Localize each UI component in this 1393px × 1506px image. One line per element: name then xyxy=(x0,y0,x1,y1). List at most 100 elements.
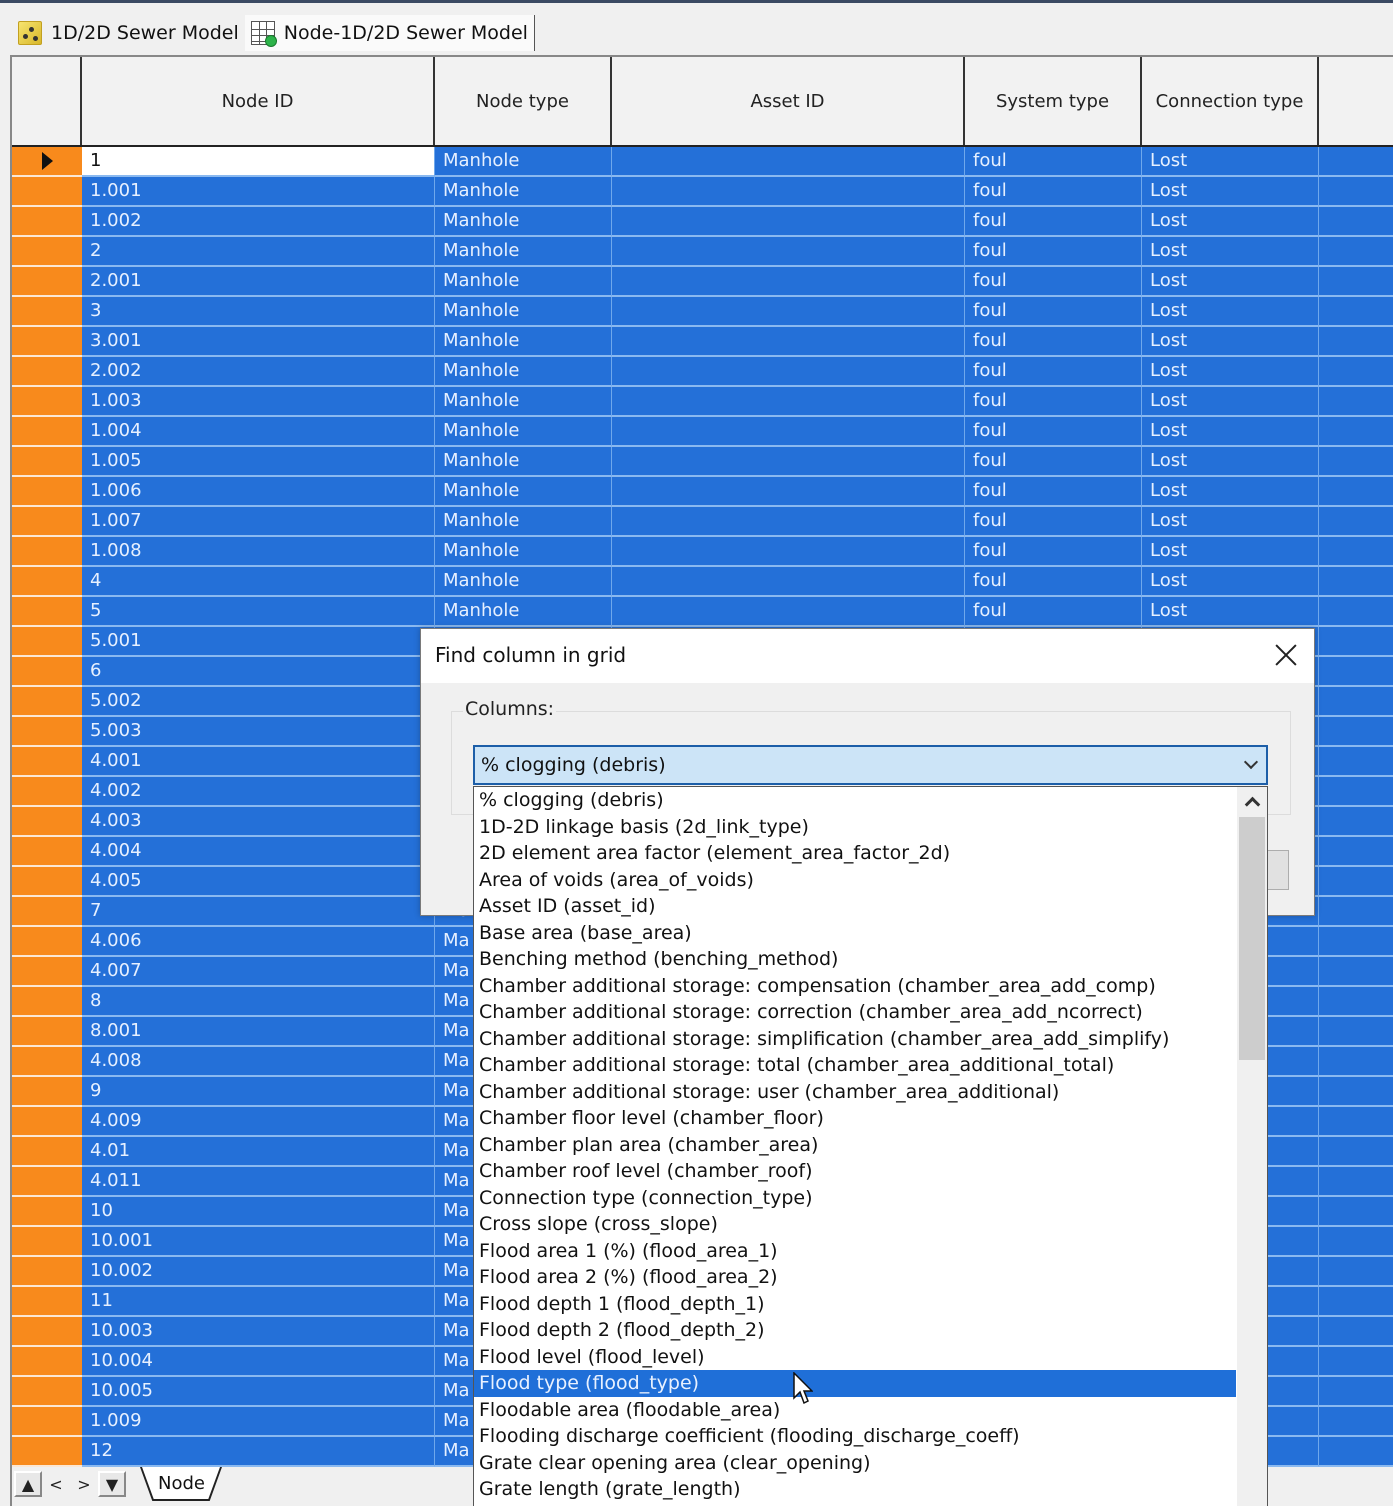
extra-cell[interactable] xyxy=(1319,717,1393,747)
row-header[interactable] xyxy=(12,537,82,567)
node-id-cell[interactable]: 1.008 xyxy=(82,537,435,567)
connection-type-cell[interactable]: Lost xyxy=(1142,327,1319,357)
row-header[interactable] xyxy=(12,237,82,267)
row-header[interactable] xyxy=(12,1047,82,1077)
node-id-cell[interactable]: 2.002 xyxy=(82,357,435,387)
node-id-cell[interactable]: 1.004 xyxy=(82,417,435,447)
dropdown-option[interactable]: Chamber additional storage: simplificati… xyxy=(474,1026,1236,1053)
extra-cell[interactable] xyxy=(1319,927,1393,957)
node-id-cell[interactable]: 2.001 xyxy=(82,267,435,297)
extra-cell[interactable] xyxy=(1319,1437,1393,1467)
asset-id-cell[interactable] xyxy=(612,507,965,537)
node-id-cell[interactable]: 12 xyxy=(82,1437,435,1467)
asset-id-cell[interactable] xyxy=(612,357,965,387)
system-type-cell[interactable]: foul xyxy=(965,387,1142,417)
node-id-cell[interactable]: 4.007 xyxy=(82,957,435,987)
node-id-cell[interactable]: 11 xyxy=(82,1287,435,1317)
tab-network-model[interactable]: 1D/2D Sewer Model xyxy=(12,15,245,51)
node-type-cell[interactable]: Manhole xyxy=(435,147,612,177)
dropdown-option[interactable]: 2D element area factor (element_area_fac… xyxy=(474,840,1236,867)
table-row[interactable]: 1.005 Manhole foul Lost xyxy=(12,447,1393,477)
columns-combobox[interactable]: % clogging (debris) xyxy=(473,745,1268,785)
extra-cell[interactable] xyxy=(1319,1347,1393,1377)
table-row[interactable]: 1.006 Manhole foul Lost xyxy=(12,477,1393,507)
asset-id-cell[interactable] xyxy=(612,537,965,567)
dropdown-option[interactable]: Chamber plan area (chamber_area) xyxy=(474,1132,1236,1159)
dropdown-option[interactable]: Chamber additional storage: correction (… xyxy=(474,999,1236,1026)
node-id-cell[interactable]: 1.009 xyxy=(82,1407,435,1437)
row-header[interactable] xyxy=(12,297,82,327)
node-id-cell[interactable]: 4 xyxy=(82,567,435,597)
node-id-cell[interactable]: 1.002 xyxy=(82,207,435,237)
node-id-cell[interactable]: 1.006 xyxy=(82,477,435,507)
row-header[interactable] xyxy=(12,897,82,927)
extra-cell[interactable] xyxy=(1319,537,1393,567)
extra-cell[interactable] xyxy=(1319,297,1393,327)
row-header[interactable] xyxy=(12,177,82,207)
node-type-cell[interactable]: Manhole xyxy=(435,207,612,237)
node-type-cell[interactable]: Manhole xyxy=(435,357,612,387)
table-row[interactable]: 1.002 Manhole foul Lost xyxy=(12,207,1393,237)
node-id-cell[interactable]: 4.008 xyxy=(82,1047,435,1077)
next-sheet-button[interactable]: > xyxy=(70,1471,98,1497)
asset-id-cell[interactable] xyxy=(612,177,965,207)
tab-node-grid[interactable]: Node-1D/2D Sewer Model xyxy=(244,15,535,51)
node-id-cell[interactable]: 4.005 xyxy=(82,867,435,897)
row-header[interactable] xyxy=(12,357,82,387)
row-header[interactable] xyxy=(12,207,82,237)
row-header[interactable] xyxy=(12,1227,82,1257)
chevron-down-icon[interactable] xyxy=(1244,757,1258,771)
row-header[interactable] xyxy=(12,447,82,477)
extra-cell[interactable] xyxy=(1319,507,1393,537)
column-header-system-type[interactable]: System type xyxy=(965,57,1142,145)
row-header[interactable] xyxy=(12,747,82,777)
extra-cell[interactable] xyxy=(1319,687,1393,717)
scrollbar-thumb[interactable] xyxy=(1239,817,1265,1060)
node-type-cell[interactable]: Manhole xyxy=(435,327,612,357)
node-id-cell[interactable]: 4.011 xyxy=(82,1167,435,1197)
dropdown-option[interactable]: Flood area 2 (%) (flood_area_2) xyxy=(474,1264,1236,1291)
node-id-cell[interactable]: 1 xyxy=(82,147,435,177)
connection-type-cell[interactable]: Lost xyxy=(1142,387,1319,417)
node-id-cell[interactable]: 10.005 xyxy=(82,1377,435,1407)
prev-sheet-button[interactable]: < xyxy=(42,1471,70,1497)
table-row[interactable]: 1.007 Manhole foul Lost xyxy=(12,507,1393,537)
extra-cell[interactable] xyxy=(1319,1257,1393,1287)
extra-cell[interactable] xyxy=(1319,1407,1393,1437)
connection-type-cell[interactable]: Lost xyxy=(1142,207,1319,237)
node-id-cell[interactable]: 10 xyxy=(82,1197,435,1227)
row-header[interactable] xyxy=(12,567,82,597)
connection-type-cell[interactable]: Lost xyxy=(1142,507,1319,537)
connection-type-cell[interactable]: Lost xyxy=(1142,297,1319,327)
table-row[interactable]: 4 Manhole foul Lost xyxy=(12,567,1393,597)
connection-type-cell[interactable]: Lost xyxy=(1142,417,1319,447)
row-header[interactable] xyxy=(12,417,82,447)
extra-cell[interactable] xyxy=(1319,1197,1393,1227)
asset-id-cell[interactable] xyxy=(612,597,965,627)
dropdown-option[interactable]: Grate clear opening area (clear_opening) xyxy=(474,1450,1236,1477)
node-id-cell[interactable]: 1.007 xyxy=(82,507,435,537)
system-type-cell[interactable]: foul xyxy=(965,477,1142,507)
connection-type-cell[interactable]: Lost xyxy=(1142,147,1319,177)
row-header[interactable] xyxy=(12,987,82,1017)
node-id-cell[interactable]: 10.002 xyxy=(82,1257,435,1287)
extra-cell[interactable] xyxy=(1319,207,1393,237)
node-type-cell[interactable]: Manhole xyxy=(435,597,612,627)
connection-type-cell[interactable]: Lost xyxy=(1142,237,1319,267)
node-id-cell[interactable]: 8 xyxy=(82,987,435,1017)
table-row[interactable]: 1 Manhole foul Lost xyxy=(12,147,1393,177)
node-id-cell[interactable]: 10.004 xyxy=(82,1347,435,1377)
node-id-cell[interactable]: 3 xyxy=(82,297,435,327)
extra-cell[interactable] xyxy=(1319,1167,1393,1197)
row-header[interactable] xyxy=(12,1107,82,1137)
system-type-cell[interactable]: foul xyxy=(965,237,1142,267)
node-id-cell[interactable]: 2 xyxy=(82,237,435,267)
system-type-cell[interactable]: foul xyxy=(965,147,1142,177)
dropdown-option[interactable]: Asset ID (asset_id) xyxy=(474,893,1236,920)
asset-id-cell[interactable] xyxy=(612,297,965,327)
asset-id-cell[interactable] xyxy=(612,207,965,237)
system-type-cell[interactable]: foul xyxy=(965,177,1142,207)
node-type-cell[interactable]: Manhole xyxy=(435,177,612,207)
table-row[interactable]: 2.001 Manhole foul Lost xyxy=(12,267,1393,297)
node-type-cell[interactable]: Manhole xyxy=(435,387,612,417)
